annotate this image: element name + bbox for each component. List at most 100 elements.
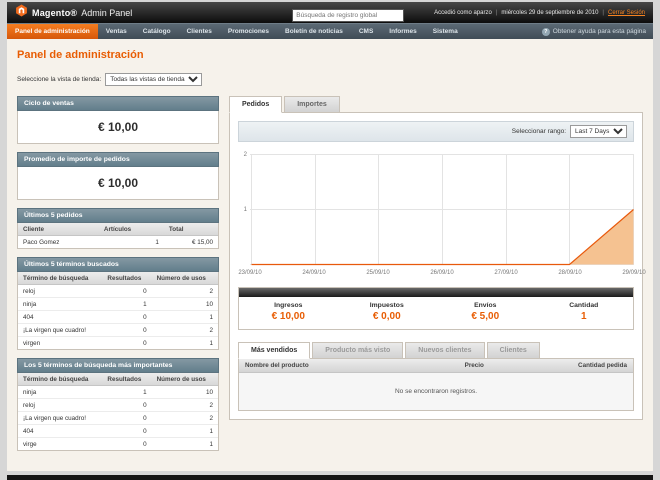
table-row[interactable]: ¡La virgen que cuadro! 0 2 (18, 411, 218, 425)
x-axis-label: 23/09/10 (238, 270, 262, 276)
help-icon: ? (541, 27, 550, 36)
tab-customers[interactable]: Clientes (486, 342, 540, 359)
orders-chart: 21 (238, 150, 634, 268)
total-tax: Impuestos € 0,00 (369, 302, 404, 322)
store-view-label: Seleccione la vista de tienda: (17, 76, 102, 83)
tab-most-viewed[interactable]: Producto más visto (312, 342, 404, 359)
last-search-terms-table: Término de búsqueda Resultados Número de… (18, 272, 218, 349)
main-nav: Panel de administración Ventas Catálogo … (7, 23, 653, 39)
brand: Magento® Admin Panel (15, 4, 132, 22)
table-row[interactable]: virgen 0 1 (18, 337, 218, 350)
tab-bestsellers[interactable]: Más vendidos (238, 342, 311, 359)
totals-panel: Ingresos € 10,00 Impuestos € 0,00 Envíos… (238, 287, 634, 330)
table-row[interactable]: reloj 0 2 (18, 284, 218, 298)
col-header: Artículos (98, 223, 164, 236)
col-header: Término de búsqueda (18, 373, 103, 386)
col-header: Cantidad pedida (489, 359, 633, 373)
table-row[interactable]: ninja 1 10 (18, 297, 218, 311)
session-info: Accedió como aparzo | miércoles 29 de se… (434, 10, 645, 16)
col-header: Número de usos (151, 373, 218, 386)
page-title: Panel de administración (17, 49, 144, 61)
separator: | (602, 9, 604, 16)
panel-title: Últimos 5 pedidos (17, 208, 219, 223)
bestsellers-table: Nombre del producto Precio Cantidad pedi… (238, 358, 634, 411)
x-axis-label: 26/09/10 (430, 270, 454, 276)
dashboard-right-column: Pedidos Importes Seleccionar rango: Last… (229, 96, 646, 420)
logout-link[interactable]: Cerrar Sesión (608, 10, 645, 16)
table-row[interactable]: ninja 1 10 (18, 385, 218, 399)
store-view-switcher: Seleccione la vista de tienda: Todas las… (17, 73, 643, 86)
admin-page: Magento® Admin Panel Accedió como aparzo… (7, 2, 653, 480)
nav-item-system[interactable]: Sistema (425, 24, 466, 39)
table-row[interactable]: 404 0 1 (18, 424, 218, 438)
global-search-input[interactable] (292, 8, 405, 22)
average-order-panel: Promedio de importe de pedidos € 10,00 (17, 152, 219, 200)
store-view-select[interactable]: Todas las vistas de tienda (105, 73, 203, 86)
totals-strip (239, 288, 633, 297)
help-link[interactable]: ? Obtener ayuda para esta página (541, 24, 653, 39)
brand-suffix: Admin Panel (81, 7, 133, 18)
dashboard-left-column: Ciclo de ventas € 10,00 Promedio de impo… (17, 96, 219, 459)
col-header: Término de búsqueda (18, 272, 103, 285)
current-date: miércoles 29 de septiembre de 2010 (501, 9, 599, 16)
nav-item-customers[interactable]: Clientes (179, 24, 220, 39)
x-axis-label: 27/09/10 (494, 270, 518, 276)
top-search-terms-panel: Los 5 términos de búsqueda más important… (17, 358, 219, 451)
panel-title: Promedio de importe de pedidos (17, 152, 219, 167)
range-label: Seleccionar rango: (511, 128, 566, 135)
x-axis-label: 28/09/10 (558, 270, 582, 276)
grid-tabs: Más vendidos Producto más visto Nuevos c… (238, 342, 634, 359)
magento-logo-icon (15, 4, 28, 22)
x-axis-label: 29/09/10 (622, 270, 646, 276)
tab-orders[interactable]: Pedidos (229, 96, 283, 113)
top-search-terms-table: Término de búsqueda Resultados Número de… (18, 373, 218, 450)
footer-bar (7, 475, 653, 480)
y-axis-ticks: 21 (238, 150, 250, 268)
logged-in-as: Accedió como aparzo (434, 9, 492, 16)
nav-item-catalog[interactable]: Catálogo (135, 24, 179, 39)
top-bar: Magento® Admin Panel Accedió como aparzo… (7, 2, 653, 23)
orders-chart-plot (250, 150, 634, 268)
nav-item-sales[interactable]: Ventas (98, 24, 135, 39)
table-row[interactable]: virge 0 1 (18, 438, 218, 451)
separator: | (495, 9, 498, 16)
nav-item-newsletter[interactable]: Boletín de noticias (277, 24, 351, 39)
last-orders-table: Cliente Artículos Total Paco Gomez 1 € 1… (18, 223, 218, 248)
range-bar: Seleccionar rango: Last 7 Days (238, 121, 634, 142)
table-row[interactable]: 404 0 1 (18, 310, 218, 324)
diagram-box: Seleccionar rango: Last 7 Days 21 23/09/… (229, 112, 646, 420)
x-axis-label: 25/09/10 (366, 270, 390, 276)
brand-name: Magento® (32, 7, 78, 18)
col-header: Precio (416, 359, 490, 373)
lifetime-sales-value: € 10,00 (97, 120, 139, 134)
range-select[interactable]: Last 7 Days (570, 125, 627, 138)
average-order-value: € 10,00 (97, 176, 139, 190)
nav-item-dashboard[interactable]: Panel de administración (7, 24, 98, 39)
table-row[interactable]: ¡La virgen que cuadro! 0 2 (18, 323, 218, 337)
total-quantity: Cantidad 1 (569, 302, 599, 322)
panel-title: Últimos 5 términos buscados (17, 257, 219, 272)
nav-item-reports[interactable]: Informes (381, 24, 424, 39)
y-axis-label: 2 (243, 151, 247, 158)
total-revenue: Ingresos € 10,00 (271, 302, 305, 322)
x-axis-labels: 23/09/10 24/09/10 25/09/10 26/09/10 27/09/10… (238, 268, 645, 279)
help-label: Obtener ayuda para esta página (552, 28, 646, 35)
col-header: Resultados (102, 272, 152, 285)
global-search (292, 4, 405, 22)
nav-item-cms[interactable]: CMS (351, 24, 381, 39)
table-row[interactable]: Paco Gomez 1 € 15,00 (18, 236, 218, 249)
tab-amounts[interactable]: Importes (284, 96, 340, 113)
lifetime-sales-panel: Ciclo de ventas € 10,00 (17, 96, 219, 144)
tab-new-customers[interactable]: Nuevos clientes (405, 342, 485, 359)
last-search-terms-panel: Últimos 5 términos buscados Término de b… (17, 257, 219, 350)
orders-chart-svg (250, 154, 634, 266)
col-header: Resultados (102, 373, 152, 386)
col-header: Número de usos (151, 272, 218, 285)
empty-message: No se encontraron registros. (239, 372, 633, 410)
col-header: Total (163, 223, 218, 236)
diagram-tabs: Pedidos Importes (229, 96, 643, 113)
x-axis-label: 24/09/10 (302, 270, 326, 276)
col-header: Cliente (18, 223, 99, 236)
nav-item-promotions[interactable]: Promociones (220, 24, 277, 39)
table-row[interactable]: reloj 0 2 (18, 398, 218, 412)
